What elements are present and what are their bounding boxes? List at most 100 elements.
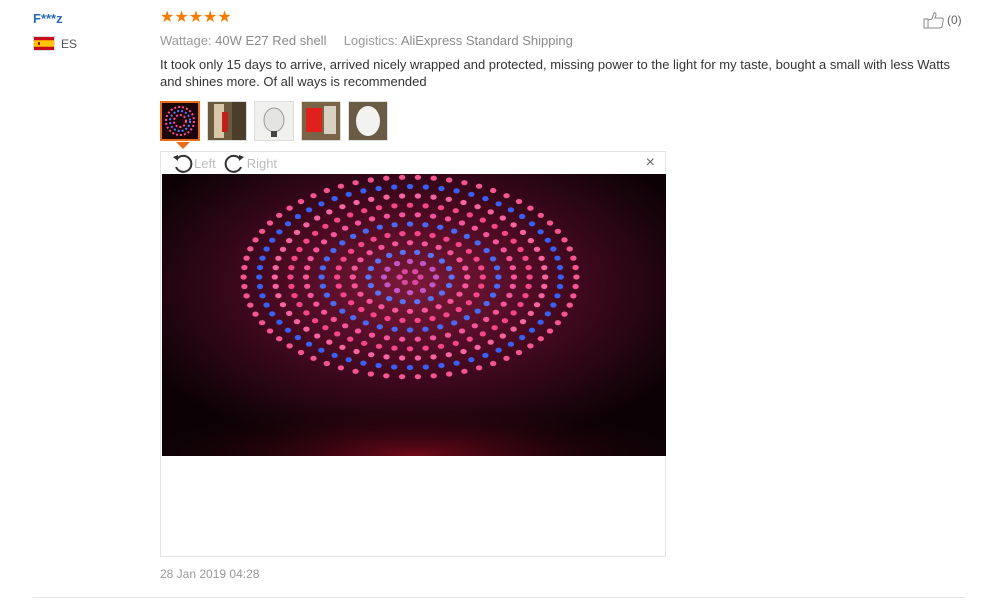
led-dot [291,255,298,261]
led-dot [347,248,355,254]
thumbnail-image [349,102,387,140]
led-dot [266,328,274,334]
led-dot [422,326,429,332]
led-dot [271,274,278,280]
led-dot [435,244,442,250]
led-dot [391,203,398,209]
led-dot [438,258,446,264]
led-dot [279,246,287,252]
wattage-value: 40W E27 Red shell [215,33,327,48]
led-dot [366,298,373,304]
led-dot [458,328,466,334]
led-dot [330,247,337,254]
led-dot [500,301,507,307]
led-dot [427,252,434,258]
led-dot [507,341,515,347]
led-dot [556,283,564,290]
review-text: It took only 15 days to arrive, arrived … [160,57,950,89]
led-dot [510,274,518,280]
led-dot [518,334,526,341]
led-dot [340,292,347,298]
helpful-button[interactable]: (0) [923,11,962,29]
led-dot [446,177,453,183]
led-dot [489,292,497,298]
led-dot [370,236,377,242]
led-dot [435,304,442,310]
led-dot [259,293,266,299]
led-dot [351,283,358,289]
led-dot [276,212,283,218]
led-dot [368,352,375,358]
led-dot [296,301,303,308]
led-dot [414,374,422,380]
photo-thumbnail[interactable] [348,101,388,141]
photo-thumbnail[interactable] [254,101,294,141]
led-dot [256,274,263,280]
led-dot [473,292,480,298]
led-dot [452,208,459,214]
led-dot [561,311,568,317]
led-dot [456,257,463,263]
led-dot [375,205,383,211]
thumbnail-image [162,103,198,139]
led-dot [286,205,293,211]
rotate-right-button[interactable]: Right [224,153,277,173]
photo-thumbnail[interactable] [301,101,341,141]
photo-thumbnail[interactable] [160,101,200,141]
led-dot [499,333,506,339]
led-dot [406,346,414,352]
led-dot [443,236,450,242]
led-dot [305,341,313,347]
helpful-count: (0) [947,13,962,27]
led-dot [351,265,358,271]
led-dot [368,332,376,338]
led-dot [466,212,473,218]
led-dot [241,264,248,271]
led-dot [493,265,501,271]
led-dot [445,265,453,272]
led-dot [527,310,534,316]
led-dot [376,324,383,330]
led-dot [429,315,436,322]
led-dot [358,241,365,248]
led-dot [272,283,279,289]
led-dot [437,205,445,211]
led-dot [272,265,279,271]
led-dot [307,256,314,262]
led-dot [269,237,276,243]
led-dot [314,333,321,339]
led-dot [370,312,377,318]
rotate-left-button[interactable]: Left [171,153,216,173]
led-dot [501,230,509,236]
led-dot [367,177,374,183]
led-dot [311,230,319,236]
led-dot [303,310,310,316]
reviewer-country: ES [33,36,77,51]
country-code: ES [61,36,78,51]
led-dot [412,269,419,275]
led-dot [429,266,436,272]
led-dot [243,293,250,299]
led-dot [392,241,399,247]
led-dot [554,255,561,261]
led-dot [330,232,337,238]
led-dot [419,287,427,294]
photo-thumbnail[interactable] [207,101,247,141]
reviewer-info: F***z [33,10,63,28]
led-dot [492,239,500,245]
led-dot [487,339,494,345]
close-viewer-button[interactable]: × [646,154,655,172]
led-dot [527,205,534,211]
led-dot [241,283,248,290]
led-dot [335,265,342,271]
led-dot [383,373,390,379]
led-dot [399,212,406,218]
led-dot [414,317,421,323]
led-dot [398,193,406,199]
led-dot [276,319,283,325]
logistics-label: Logistics: [343,33,398,48]
led-dot [293,229,301,235]
led-dot [406,364,414,371]
led-dot [453,188,460,194]
viewer-toolbar: Left Right [171,153,277,173]
